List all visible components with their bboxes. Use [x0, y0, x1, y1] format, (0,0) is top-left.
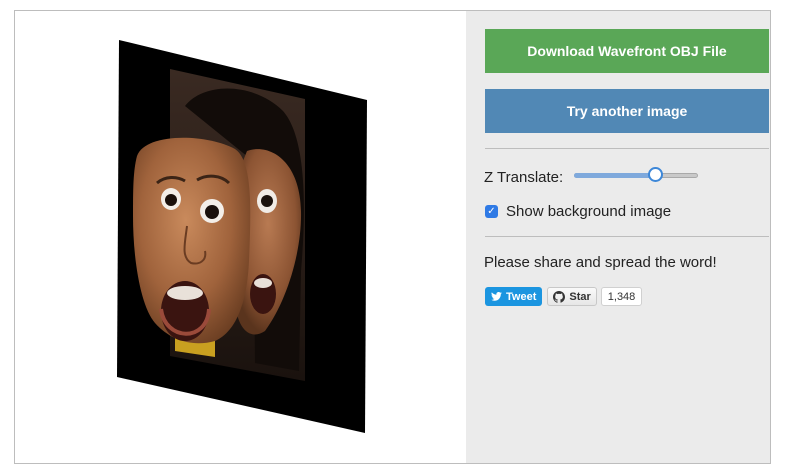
show-background-label[interactable]: Show background image	[506, 203, 671, 220]
try-another-image-button[interactable]: Try another image	[485, 89, 769, 133]
share-text: Please share and spread the word!	[484, 254, 717, 271]
control-panel: Download Wavefront OBJ File Try another …	[466, 11, 770, 463]
twitter-bird-icon	[491, 292, 502, 301]
divider	[485, 148, 769, 149]
tweet-label[interactable]: Tweet	[506, 291, 536, 303]
divider	[485, 236, 769, 237]
star-label[interactable]: Star	[569, 291, 590, 303]
download-obj-button[interactable]: Download Wavefront OBJ File	[485, 29, 769, 73]
github-icon	[553, 290, 566, 303]
3d-face-render[interactable]	[15, 11, 466, 463]
github-star-button[interactable]: Star	[547, 287, 597, 306]
z-translate-slider[interactable]	[574, 167, 698, 182]
show-background-row[interactable]: ✓ Show background image	[485, 203, 671, 220]
slider-thumb[interactable]	[648, 167, 663, 182]
app-frame: Download Wavefront OBJ File Try another …	[14, 10, 771, 464]
z-translate-label: Z Translate:	[484, 169, 564, 186]
show-background-checkbox[interactable]: ✓	[485, 205, 498, 218]
3d-viewer[interactable]	[15, 11, 466, 463]
slider-fill	[574, 173, 656, 178]
tweet-button[interactable]: Tweet	[485, 287, 543, 306]
social-buttons: Tweet Star 1,348	[485, 287, 643, 306]
star-count[interactable]: 1,348	[600, 287, 643, 306]
